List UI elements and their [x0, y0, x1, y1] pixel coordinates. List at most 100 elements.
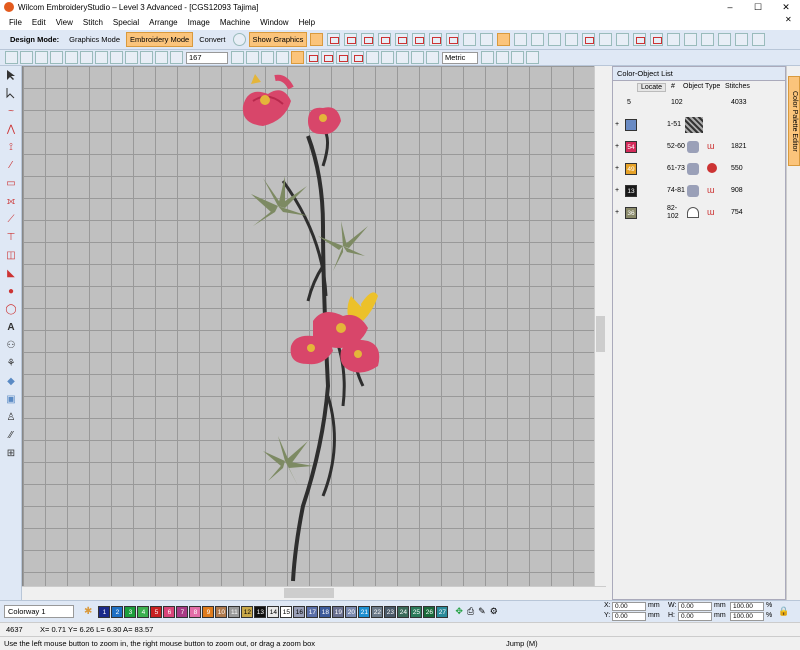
color-chip-7[interactable]: 7 — [176, 605, 189, 618]
menu-help[interactable]: Help — [294, 18, 320, 27]
slow-redraw-icon[interactable] — [381, 51, 394, 64]
wave-stitch-icon[interactable] — [378, 33, 392, 46]
color-chip-18[interactable]: 18 — [319, 605, 332, 618]
units-select[interactable]: Metric — [442, 51, 478, 64]
hoop-icon[interactable] — [684, 33, 698, 46]
radial-fill-icon[interactable] — [395, 33, 409, 46]
color-swatch[interactable]: 54 — [625, 141, 637, 153]
color-chip-19[interactable]: 19 — [332, 605, 345, 618]
tatami-stitch-icon[interactable] — [327, 33, 341, 46]
color-settings-icon[interactable]: ⚙ — [490, 606, 498, 617]
contour-fill-icon[interactable] — [412, 33, 426, 46]
mirror-icon[interactable]: ♙ — [3, 409, 19, 425]
locate-button[interactable]: Locate — [637, 83, 667, 92]
paste-icon[interactable] — [95, 51, 108, 64]
show-graphics-button[interactable]: Show Graphics — [248, 32, 308, 47]
expand-icon[interactable]: + — [615, 143, 619, 150]
color-chip-9[interactable]: 9 — [202, 605, 215, 618]
reshape-icon[interactable] — [3, 85, 19, 101]
scale-x-field[interactable]: 100.00 — [730, 602, 764, 611]
color-swatch[interactable]: 36 — [625, 207, 637, 219]
appliqué-icon[interactable]: ◫ — [3, 247, 19, 263]
color-chip-23[interactable]: 23 — [384, 605, 397, 618]
color-chip-3[interactable]: 3 — [124, 605, 137, 618]
color-swatch[interactable]: 49 — [625, 163, 637, 175]
text-icon[interactable]: A — [3, 319, 19, 335]
palette-edit-icon[interactable]: ✎ — [478, 606, 486, 617]
stipple-fill-icon[interactable] — [429, 33, 443, 46]
show-outlines-icon[interactable] — [306, 51, 319, 64]
color-row-2[interactable]: + 54 52-60 ɯ 1821 — [613, 137, 785, 159]
color-row-5[interactable]: + 36 82-102 ɯ 754 — [613, 203, 785, 225]
bead-icon[interactable] — [480, 33, 494, 46]
underlay-icon[interactable] — [497, 33, 511, 46]
knife-icon[interactable]: ⟟ — [3, 139, 19, 155]
convert-button[interactable]: Convert — [195, 32, 229, 47]
select-icon[interactable] — [3, 67, 19, 83]
monogram-icon[interactable]: ⊤ — [3, 229, 19, 245]
cross-stitch-icon[interactable] — [446, 33, 460, 46]
menu-special[interactable]: Special — [108, 18, 144, 27]
shapes-icon[interactable]: ◣ — [3, 265, 19, 281]
pull-comp-icon[interactable] — [514, 33, 528, 46]
print-colors-icon[interactable]: ⎙ — [467, 606, 474, 617]
realistic-view-icon[interactable] — [366, 51, 379, 64]
vertical-scroll-thumb[interactable] — [596, 316, 605, 352]
fill-icon[interactable]: ▭ — [3, 175, 19, 191]
design-info-icon[interactable] — [752, 33, 766, 46]
color-chip-11[interactable]: 11 — [228, 605, 241, 618]
connectors-icon[interactable] — [718, 33, 732, 46]
auto-start-end-icon[interactable] — [531, 33, 545, 46]
inner-close-icon[interactable]: ✕ — [780, 15, 797, 24]
color-chip-20[interactable]: 20 — [345, 605, 358, 618]
color-chip-26[interactable]: 26 — [423, 605, 436, 618]
embroidery-design[interactable] — [23, 66, 594, 586]
color-chip-10[interactable]: 10 — [215, 605, 228, 618]
element-icon[interactable]: ◆ — [3, 373, 19, 389]
print-icon[interactable] — [50, 51, 63, 64]
satin-icon[interactable]: ⁄ — [3, 157, 19, 173]
show-stitches-icon[interactable] — [291, 51, 304, 64]
branching-tool-icon[interactable]: ⊞ — [3, 445, 19, 461]
zigzag-stitch-icon[interactable] — [361, 33, 375, 46]
expand-icon[interactable]: + — [615, 165, 619, 172]
horizontal-scrollbar[interactable] — [22, 586, 606, 599]
menu-machine[interactable]: Machine — [215, 18, 255, 27]
snap-grid-icon[interactable] — [481, 51, 494, 64]
show-repeats-icon[interactable] — [411, 51, 424, 64]
show-grid-icon[interactable] — [351, 51, 364, 64]
color-row-1[interactable]: + 1-51 — [613, 115, 785, 137]
menu-file[interactable]: File — [4, 18, 27, 27]
color-swatch[interactable]: 13 — [625, 185, 637, 197]
show-vector-icon[interactable] — [336, 51, 349, 64]
design-canvas[interactable] — [22, 66, 594, 586]
show-bitmap-icon[interactable] — [321, 51, 334, 64]
zoom-box-icon[interactable] — [170, 51, 183, 64]
color-chip-13[interactable]: 13 — [254, 605, 267, 618]
horizontal-scroll-thumb[interactable] — [284, 588, 334, 598]
menu-window[interactable]: Window — [255, 18, 293, 27]
show-sequins-icon[interactable] — [426, 51, 439, 64]
color-palette-editor-tab[interactable]: Color Palette Editor — [788, 76, 800, 166]
menu-stitch[interactable]: Stitch — [78, 18, 108, 27]
new-file-icon[interactable] — [5, 51, 18, 64]
sequin-icon[interactable] — [463, 33, 477, 46]
stamp-icon[interactable]: ▣ — [3, 391, 19, 407]
artistic-view-icon[interactable] — [650, 33, 664, 46]
color-chip-22[interactable]: 22 — [371, 605, 384, 618]
stitch-angle-icon[interactable] — [599, 33, 613, 46]
print-preview-icon[interactable] — [526, 51, 539, 64]
array-icon[interactable]: ⁄⁄ — [3, 427, 19, 443]
expand-icon[interactable]: + — [615, 187, 619, 194]
satin-stitch-icon[interactable] — [310, 33, 324, 46]
stitch-player-icon[interactable] — [396, 51, 409, 64]
w-field[interactable]: 0.00 — [678, 602, 712, 611]
grid-view-icon[interactable] — [667, 33, 681, 46]
team-names-icon[interactable]: ⚇ — [3, 337, 19, 353]
color-chip-15[interactable]: 15 — [280, 605, 293, 618]
save-icon[interactable] — [35, 51, 48, 64]
branching-icon[interactable] — [548, 33, 562, 46]
delete-icon[interactable] — [110, 51, 123, 64]
minimize-button[interactable]: – — [716, 0, 744, 14]
pattern-stitch-icon[interactable] — [344, 33, 358, 46]
